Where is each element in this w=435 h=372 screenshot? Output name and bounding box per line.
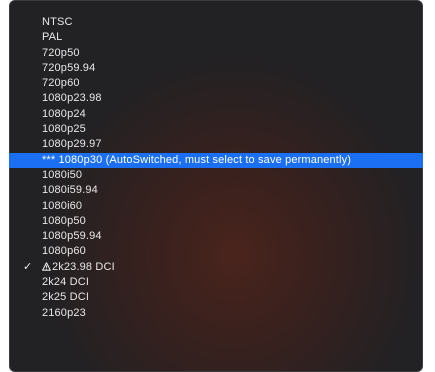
menu-item-label: 1080i60: [42, 199, 83, 212]
menu-item-label: 1080p59.94: [42, 230, 102, 243]
video-format-menu: NTSC PAL 720p50 720p59.94 720p60 1080p23…: [9, 0, 423, 372]
menu-item-label: 1080p50: [42, 214, 86, 227]
menu-item-720p59-94[interactable]: 720p59.94: [9, 61, 423, 76]
menu-item-label: 1080p29.97: [42, 138, 102, 151]
menu-item-label: 720p60: [42, 77, 80, 90]
menu-item-label: 1080p24: [42, 107, 86, 120]
menu-item-2k23-98-dci[interactable]: ✓ 2k23.98 DCI: [9, 260, 423, 275]
menu-item-2k25-dci[interactable]: 2k25 DCI: [9, 290, 423, 305]
menu-item-2k24-dci[interactable]: 2k24 DCI: [9, 275, 423, 290]
menu-item-2160p23[interactable]: 2160p23: [9, 306, 423, 321]
checkmark-icon: ✓: [23, 260, 33, 273]
menu-item-label: 1080i59.94: [42, 184, 98, 197]
menu-item-label: NTSC: [42, 16, 73, 28]
menu-item-1080i50[interactable]: 1080i50: [9, 168, 423, 183]
menu-item-label: *** 1080p30 (AutoSwitched, must select t…: [42, 153, 352, 166]
menu-item-label: 1080i50: [42, 168, 83, 181]
menu-item-label: 2160p23: [42, 306, 86, 319]
menu-item-label: 720p59.94: [42, 61, 96, 74]
menu-item-label: PAL: [42, 31, 63, 44]
menu-item-label: 2k25 DCI: [42, 291, 90, 304]
menu-item-label: 720p50: [42, 46, 80, 59]
menu-item-1080p29-97[interactable]: 1080p29.97: [9, 137, 423, 152]
menu-item-pal[interactable]: PAL: [9, 30, 423, 45]
warning-triangle-icon: [42, 262, 51, 271]
menu-item-1080p30-autoswitched[interactable]: *** 1080p30 (AutoSwitched, must select t…: [9, 152, 423, 168]
menu-item-1080p60[interactable]: 1080p60: [9, 244, 423, 259]
menu-item-label: 2k24 DCI: [42, 276, 90, 289]
menu-item-1080p25[interactable]: 1080p25: [9, 122, 423, 137]
menu-item-label: 2k23.98 DCI: [52, 260, 115, 273]
menu-item-label: 1080p25: [42, 123, 86, 136]
menu-item-1080p24[interactable]: 1080p24: [9, 107, 423, 122]
menu-item-label: 1080p60: [42, 245, 86, 258]
menu-item-1080p50[interactable]: 1080p50: [9, 214, 423, 229]
menu-item-1080p59-94[interactable]: 1080p59.94: [9, 229, 423, 244]
menu-item-ntsc[interactable]: NTSC: [9, 15, 423, 30]
menu-item-label: 1080p23.98: [42, 92, 102, 105]
menu-item-720p60[interactable]: 720p60: [9, 76, 423, 91]
menu-item-1080p23-98[interactable]: 1080p23.98: [9, 91, 423, 106]
menu-item-720p50[interactable]: 720p50: [9, 46, 423, 61]
menu-list: NTSC PAL 720p50 720p59.94 720p60 1080p23…: [9, 15, 423, 321]
menu-item-1080i59-94[interactable]: 1080i59.94: [9, 183, 423, 198]
menu-item-1080i60[interactable]: 1080i60: [9, 199, 423, 214]
